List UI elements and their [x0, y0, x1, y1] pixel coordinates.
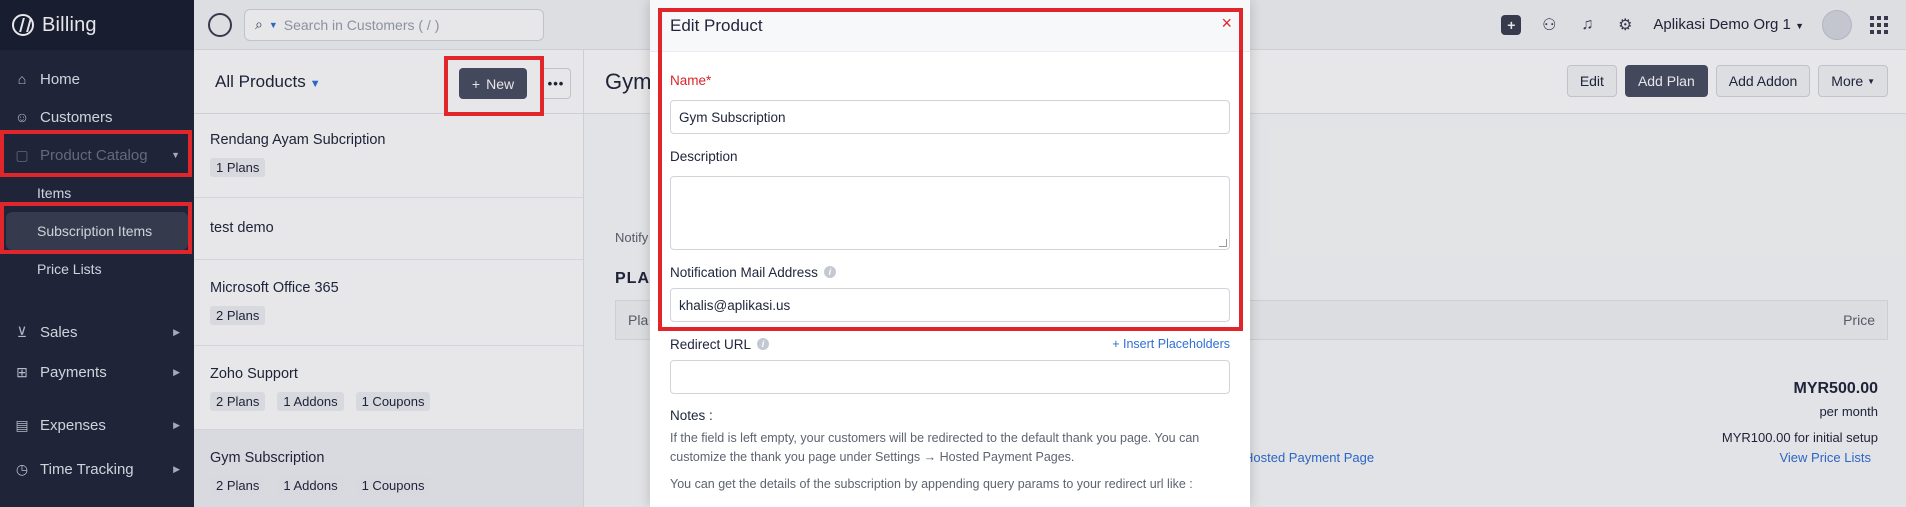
info-icon[interactable]: i: [823, 266, 836, 278]
notification-email-field[interactable]: khalis@aplikasi.us: [670, 288, 1230, 322]
info-icon[interactable]: i: [757, 338, 770, 350]
description-label-text: Description: [670, 148, 738, 164]
insert-placeholders-link[interactable]: + Insert Placeholders: [1112, 337, 1230, 351]
description-field[interactable]: [670, 176, 1230, 250]
name-label: Name*: [670, 72, 1230, 88]
name-field[interactable]: Gym Subscription: [670, 100, 1230, 134]
modal-title: Edit Product: [670, 15, 763, 35]
description-label: Description: [670, 148, 1230, 164]
notes-heading: Notes :: [670, 408, 713, 423]
app-root: Billing ⌂ Home ☺ Customers ▢ Product Cat…: [0, 0, 1906, 507]
notes-text: If the field is left empty, your custome…: [670, 431, 1200, 464]
redirect-label: Redirect URL i + Insert Placeholders: [670, 336, 1230, 352]
name-label-text: Name*: [670, 72, 712, 88]
notification-label: Notification Mail Address i: [670, 264, 1230, 280]
close-icon[interactable]: ×: [1221, 14, 1232, 32]
product-form: Name* Gym Subscription Description Notif…: [650, 72, 1250, 494]
notes-text: You can get the details of the subscript…: [670, 477, 1193, 491]
redirect-url-field[interactable]: [670, 360, 1230, 394]
notification-label-text: Notification Mail Address: [670, 264, 818, 280]
modal-header: Edit Product ×: [650, 0, 1250, 52]
redirect-label-text: Redirect URL: [670, 336, 752, 352]
edit-product-modal: Edit Product × Name* Gym Subscription De…: [650, 0, 1250, 507]
